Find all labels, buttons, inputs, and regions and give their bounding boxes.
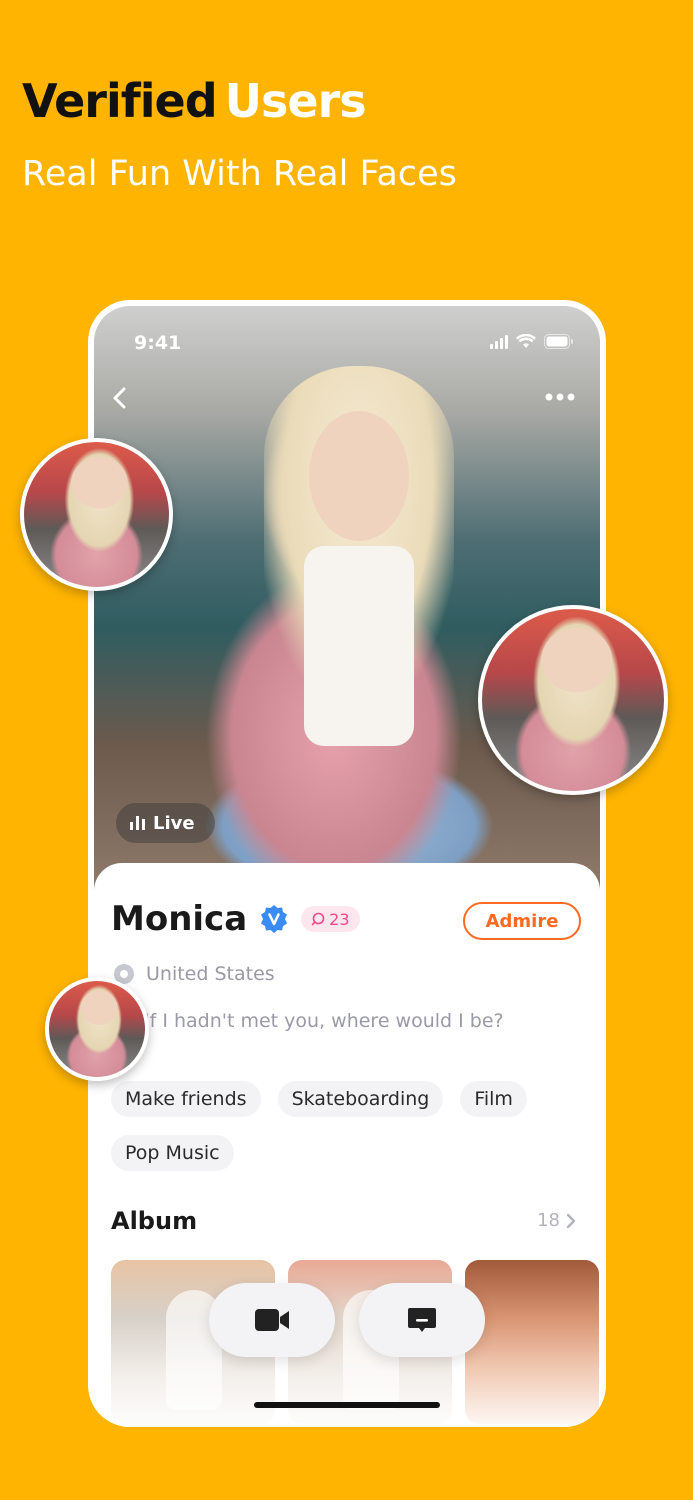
chevron-right-icon — [566, 1213, 576, 1228]
chat-count-value: 23 — [329, 909, 350, 929]
admire-button[interactable]: Admire — [463, 902, 581, 940]
home-indicator — [254, 1402, 440, 1408]
subheadline: Real Fun With Real Faces — [22, 154, 457, 194]
battery-icon — [544, 334, 573, 349]
location-text: United States — [146, 963, 275, 985]
photo-subject-face — [309, 411, 409, 541]
video-call-icon — [255, 1309, 289, 1331]
verified-face-avatar — [45, 977, 149, 1081]
video-call-button[interactable] — [209, 1283, 335, 1357]
verified-face-avatar — [478, 605, 668, 795]
signal-icon — [490, 334, 508, 349]
verified-face-avatar — [20, 438, 173, 591]
interest-tags: Make friends Skateboarding Film Pop Musi… — [111, 1081, 571, 1171]
verified-icon — [261, 905, 288, 933]
status-time: 9:41 — [134, 332, 182, 354]
tag-film[interactable]: Film — [460, 1081, 527, 1117]
chat-count-badge: 23 — [301, 906, 360, 932]
phone-mockup: 9:41 Live Monica 23 Admire United States… — [88, 300, 606, 1427]
profile-bio: If I hadn't met you, where would I be? — [144, 1010, 504, 1032]
live-badge[interactable]: Live — [116, 803, 215, 843]
headline-light: Users — [224, 74, 367, 128]
album-count-link[interactable]: 18 — [537, 1210, 576, 1231]
album-count: 18 — [537, 1210, 560, 1231]
headline: Verified Users — [22, 78, 367, 124]
headline-dark: Verified — [22, 74, 218, 128]
back-icon — [113, 387, 126, 409]
album-thumbnail[interactable] — [465, 1260, 599, 1424]
wifi-icon — [516, 334, 536, 348]
message-button[interactable] — [359, 1283, 485, 1357]
status-bar: 9:41 — [94, 326, 600, 356]
album-title: Album — [111, 1207, 198, 1235]
chat-icon — [311, 912, 325, 926]
tag-pop-music[interactable]: Pop Music — [111, 1135, 234, 1171]
tag-make-friends[interactable]: Make friends — [111, 1081, 261, 1117]
location-row: United States — [114, 963, 275, 985]
back-button[interactable] — [110, 386, 134, 410]
live-bars-icon — [130, 816, 145, 830]
photo-subject-shirt — [304, 546, 414, 746]
album-thumbnails — [111, 1260, 599, 1424]
tag-skateboarding[interactable]: Skateboarding — [277, 1081, 444, 1117]
profile-name: Monica — [111, 899, 248, 939]
profile-card: Monica 23 Admire United States If I hadn… — [94, 863, 600, 1427]
more-button[interactable] — [544, 386, 578, 410]
more-icon — [545, 393, 575, 401]
live-label: Live — [153, 812, 195, 834]
profile-photo: 9:41 Live — [94, 306, 600, 891]
message-icon — [408, 1308, 436, 1332]
